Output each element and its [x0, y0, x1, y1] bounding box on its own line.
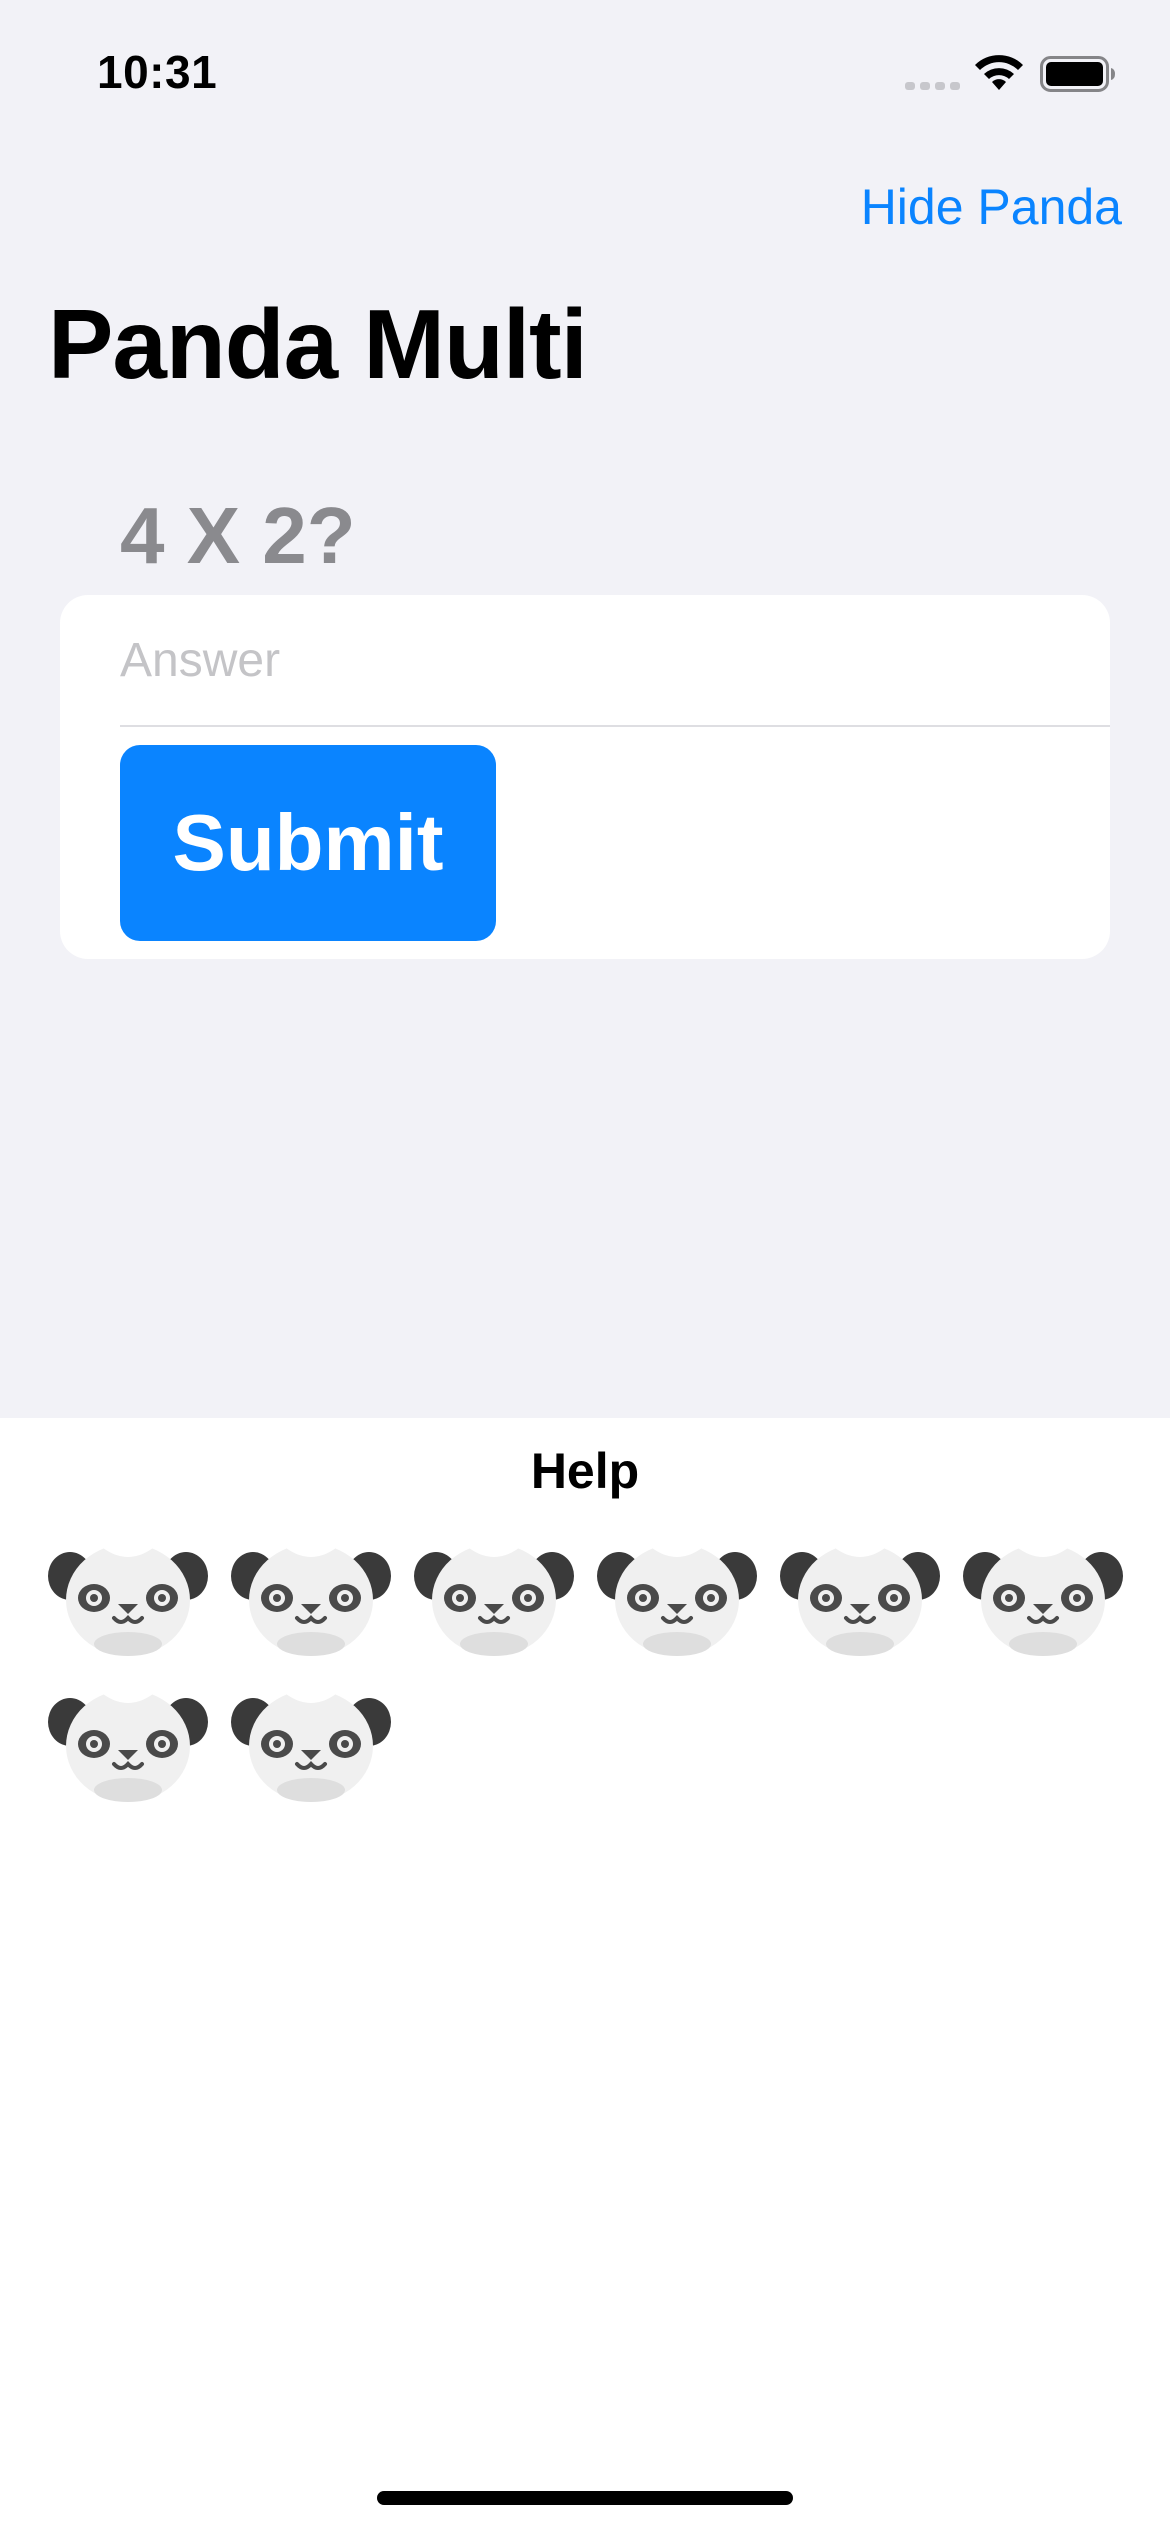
page-title: Panda Multi	[48, 289, 588, 399]
panda-face-icon	[780, 1540, 940, 1656]
panda-face-icon	[414, 1540, 574, 1656]
cellular-signal-icon	[905, 82, 960, 90]
panda-face-icon	[231, 1686, 391, 1802]
panda-face-icon	[963, 1540, 1123, 1656]
submit-button[interactable]: Submit	[120, 745, 496, 941]
wifi-icon	[975, 55, 1023, 90]
answer-input[interactable]	[120, 615, 1110, 705]
panda-face-icon	[48, 1540, 208, 1656]
hide-panda-button[interactable]: Hide Panda	[861, 178, 1122, 236]
battery-icon	[1040, 56, 1115, 92]
panda-face-icon	[231, 1540, 391, 1656]
panda-face-icon	[48, 1686, 208, 1802]
panda-face-icon	[597, 1540, 757, 1656]
answer-card: Submit	[60, 595, 1110, 959]
divider	[120, 725, 1110, 727]
status-bar: 10:31	[0, 0, 1170, 140]
status-time: 10:31	[97, 46, 218, 98]
home-indicator[interactable]	[377, 2491, 793, 2505]
question-label: 4 X 2?	[120, 491, 356, 580]
help-title: Help	[530, 1443, 640, 1499]
